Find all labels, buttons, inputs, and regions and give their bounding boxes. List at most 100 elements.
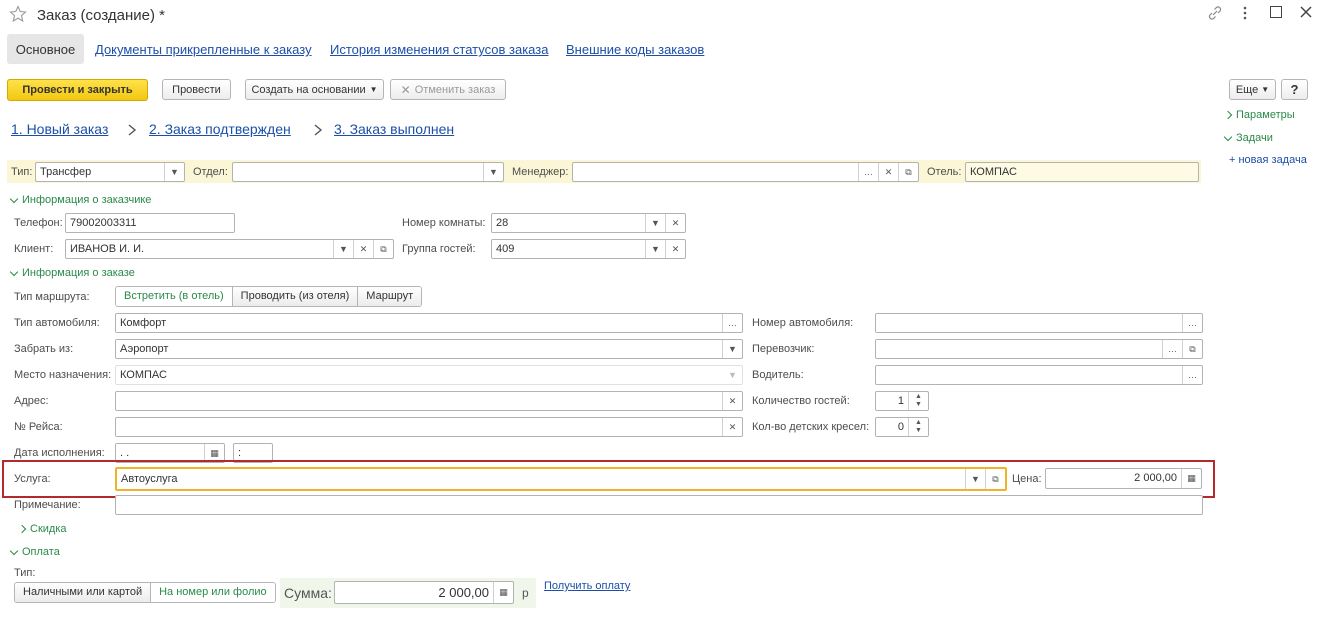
service-field[interactable]: Автоуслуга ▼ ⧉ [115, 467, 1007, 491]
status-order-confirmed[interactable]: 2. Заказ подтвержден [149, 121, 291, 137]
maximize-icon[interactable] [1270, 6, 1282, 18]
x-icon: ✕ [400, 82, 411, 97]
manager-label: Менеджер: [512, 166, 569, 178]
group-field[interactable]: 409 ▼ ✕ [491, 239, 686, 259]
select-dots-icon[interactable]: … [858, 163, 878, 181]
more-icon[interactable] [1238, 5, 1252, 21]
destination-label: Место назначения: [14, 369, 112, 381]
dropdown-arrow-icon[interactable]: ▼ [333, 240, 353, 258]
select-dots-icon[interactable]: … [1162, 340, 1182, 358]
payment-section-toggle[interactable]: Оплата [9, 546, 60, 558]
open-icon[interactable]: ⧉ [1182, 340, 1202, 358]
hotel-field[interactable]: КОМПАС [965, 162, 1199, 182]
dept-select[interactable]: ▼ [232, 162, 504, 182]
tab-external-codes[interactable]: Внешние коды заказов [566, 42, 704, 57]
open-icon[interactable]: ⧉ [373, 240, 393, 258]
type-select[interactable]: Трансфер ▼ [35, 162, 185, 182]
status-new-order[interactable]: 1. Новый заказ [11, 121, 108, 137]
create-based-on-button[interactable]: Создать на основании ▼ [245, 79, 384, 100]
select-dots-icon[interactable]: … [722, 314, 742, 332]
dropdown-arrow-icon[interactable]: ▼ [965, 469, 985, 489]
calculator-icon[interactable]: ▦ [1181, 469, 1201, 488]
side-params-link[interactable]: Параметры [1223, 109, 1295, 121]
guests-label: Количество гостей: [752, 395, 850, 407]
route-type-switch[interactable]: Встретить (в отель) Проводить (из отеля)… [115, 286, 423, 307]
dropdown-arrow-icon[interactable]: ▼ [645, 214, 665, 232]
car-type-field[interactable]: Комфорт … [115, 313, 743, 333]
tab-status-history[interactable]: История изменения статусов заказа [330, 42, 548, 57]
sum-label: Сумма: [284, 585, 332, 601]
group-label: Группа гостей: [402, 243, 476, 255]
note-label: Примечание: [14, 499, 81, 511]
phone-label: Телефон: [14, 217, 63, 229]
favorite-star-icon[interactable] [9, 5, 27, 23]
close-icon[interactable] [1298, 4, 1314, 20]
tab-attached-docs[interactable]: Документы прикрепленные к заказу [95, 42, 312, 57]
payment-option-room-folio[interactable]: На номер или фолио [151, 583, 275, 602]
pickup-field[interactable]: Аэропорт ▼ [115, 339, 743, 359]
note-input[interactable] [115, 495, 1203, 515]
stepper-arrows-icon[interactable]: ▲ ▼ [908, 392, 928, 410]
stepper-arrows-icon[interactable]: ▲ ▼ [908, 418, 928, 436]
client-field[interactable]: ИВАНОВ И. И. ▼ ✕ ⧉ [65, 239, 394, 259]
customer-section-toggle[interactable]: Информация о заказчике [9, 194, 151, 206]
open-icon[interactable]: ⧉ [898, 163, 918, 181]
clear-icon[interactable]: ✕ [665, 214, 685, 232]
destination-field[interactable]: КОМПАС ▼ [115, 365, 743, 385]
car-number-field[interactable]: … [875, 313, 1203, 333]
flight-field[interactable]: ✕ [115, 417, 743, 437]
select-dots-icon[interactable]: … [1182, 314, 1202, 332]
carrier-label: Перевозчик: [752, 343, 815, 355]
room-field[interactable]: 28 ▼ ✕ [491, 213, 686, 233]
dropdown-arrow-icon[interactable]: ▼ [722, 340, 742, 358]
price-field[interactable]: 2 000,00 ▦ [1045, 468, 1202, 489]
calculator-icon[interactable]: ▦ [493, 582, 513, 603]
route-option-see-off[interactable]: Проводить (из отеля) [232, 287, 359, 306]
child-seats-label: Кол-во детских кресел: [752, 421, 870, 433]
dropdown-arrow-icon: ▼ [1261, 85, 1270, 94]
manager-field[interactable]: … ✕ ⧉ [572, 162, 919, 182]
guests-stepper[interactable]: 1 ▲ ▼ [875, 391, 929, 411]
dropdown-arrow-icon: ▼ [722, 366, 742, 384]
clear-icon[interactable]: ✕ [722, 418, 742, 436]
post-button[interactable]: Провести [162, 79, 231, 100]
help-button[interactable]: ? [1281, 79, 1308, 100]
post-and-close-button[interactable]: Провести и закрыть [7, 79, 148, 101]
chevron-down-icon [9, 546, 19, 555]
order-section-toggle[interactable]: Информация о заказе [9, 267, 135, 279]
route-option-route[interactable]: Маршрут [358, 287, 422, 306]
dropdown-arrow-icon[interactable]: ▼ [645, 240, 665, 258]
clear-icon[interactable]: ✕ [722, 392, 742, 410]
dropdown-arrow-icon[interactable]: ▼ [164, 163, 184, 181]
select-dots-icon[interactable]: … [1182, 366, 1202, 384]
new-task-link[interactable]: + новая задача [1229, 154, 1307, 166]
clear-icon[interactable]: ✕ [353, 240, 373, 258]
window-title: Заказ (создание) * [37, 7, 165, 24]
open-icon[interactable]: ⧉ [985, 469, 1005, 489]
payment-type-switch[interactable]: Наличными или картой На номер или фолио [14, 582, 276, 603]
sum-field[interactable]: 2 000,00 ▦ [334, 581, 514, 604]
phone-input[interactable]: 79002003311 [65, 213, 235, 233]
clear-icon[interactable]: ✕ [878, 163, 898, 181]
link-icon[interactable] [1206, 4, 1224, 22]
status-order-done[interactable]: 3. Заказ выполнен [334, 121, 454, 137]
discount-section-toggle[interactable]: Скидка [17, 523, 67, 535]
payment-option-cash-card[interactable]: Наличными или картой [15, 583, 152, 602]
chevron-down-icon [9, 267, 19, 276]
carrier-field[interactable]: … ⧉ [875, 339, 1203, 359]
clear-icon[interactable]: ✕ [665, 240, 685, 258]
pickup-label: Забрать из: [14, 343, 74, 355]
more-button[interactable]: Еще ▼ [1229, 79, 1276, 100]
driver-label: Водитель: [752, 369, 804, 381]
chevron-right-icon [17, 524, 27, 534]
address-field[interactable]: ✕ [115, 391, 743, 411]
route-option-meet[interactable]: Встретить (в отель) [116, 287, 233, 306]
tab-main[interactable]: Основное [7, 34, 84, 64]
get-payment-link[interactable]: Получить оплату [544, 580, 630, 592]
cancel-order-button[interactable]: ✕ Отменить заказ [390, 79, 506, 100]
driver-field[interactable]: … [875, 365, 1203, 385]
side-tasks-link[interactable]: Задачи [1223, 132, 1273, 144]
child-seats-stepper[interactable]: 0 ▲ ▼ [875, 417, 929, 437]
price-label: Цена: [1012, 473, 1042, 485]
dropdown-arrow-icon[interactable]: ▼ [483, 163, 503, 181]
